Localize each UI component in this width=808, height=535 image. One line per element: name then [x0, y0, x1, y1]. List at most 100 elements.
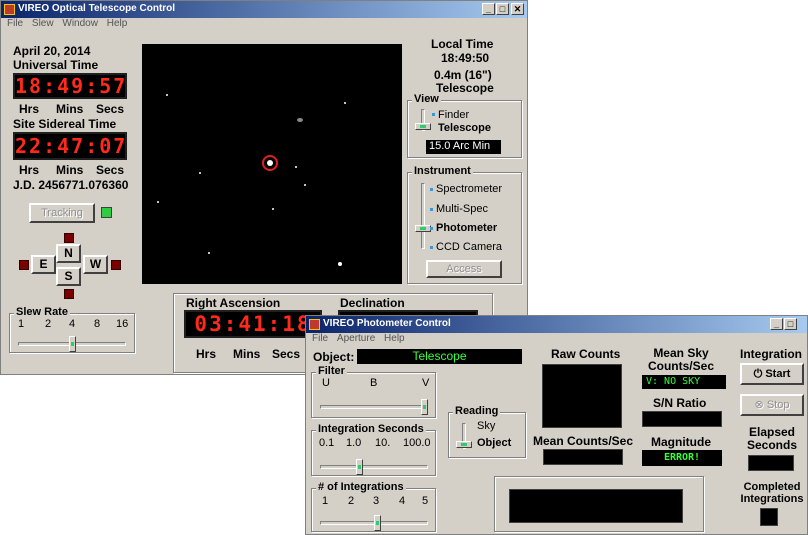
object-label: Object:: [313, 350, 355, 364]
stop-button[interactable]: ⊗ Stop: [740, 394, 804, 416]
menu-window[interactable]: Window: [62, 18, 98, 29]
minimize-button[interactable]: _: [770, 318, 783, 330]
instrument-selector-slider[interactable]: [415, 225, 431, 232]
tracking-button[interactable]: Tracking: [29, 203, 95, 223]
dec-label: Declination: [340, 296, 405, 310]
ut-mins-label: Mins: [56, 102, 84, 116]
scope-label: Telescope: [436, 81, 494, 95]
view-option-telescope[interactable]: Telescope: [438, 122, 491, 134]
east-button[interactable]: E: [31, 255, 56, 274]
status-display: [509, 489, 683, 523]
num-int-option-5[interactable]: 5: [422, 495, 428, 507]
power-icon: ⏻: [753, 368, 763, 380]
reading-option-sky[interactable]: Sky: [477, 420, 495, 432]
star: [338, 262, 342, 266]
maximize-button[interactable]: □: [496, 3, 509, 15]
num-int-option-2[interactable]: 2: [348, 495, 354, 507]
instrument-option-ccd[interactable]: CCD Camera: [436, 241, 502, 253]
instrument-label: Instrument: [412, 165, 473, 177]
start-label: Start: [765, 368, 791, 380]
instrument-option-photometer[interactable]: Photometer: [436, 222, 497, 234]
st-hrs-label: Hrs: [19, 163, 40, 177]
int-sec-option-10[interactable]: 10.: [375, 437, 390, 449]
menu-help[interactable]: Help: [384, 333, 405, 344]
instrument-tick: [430, 188, 433, 191]
ut-hrs-label: Hrs: [19, 102, 40, 116]
view-option-finder[interactable]: Finder: [438, 109, 469, 121]
filter-option-u[interactable]: U: [322, 377, 330, 389]
stop-label: Stop: [766, 399, 790, 411]
instrument-tick: [430, 246, 433, 249]
raw-counts-label: Raw Counts: [551, 347, 621, 361]
menu-help[interactable]: Help: [107, 18, 128, 29]
app-icon: [309, 319, 320, 330]
elapsed-display: [748, 455, 794, 471]
instrument-option-spectrometer[interactable]: Spectrometer: [436, 183, 502, 195]
magnitude-display: ERROR!: [642, 450, 722, 466]
access-button[interactable]: Access: [426, 260, 502, 278]
mean-counts-label: Mean Counts/Sec: [533, 434, 634, 448]
slew-tick-8: 8: [94, 318, 101, 330]
view-selector-slider[interactable]: [415, 123, 431, 130]
st-secs-label: Secs: [96, 163, 125, 177]
view-group: View Finder Telescope 15.0 Arc Min: [407, 93, 522, 158]
south-button[interactable]: S: [56, 267, 81, 286]
num-int-option-3[interactable]: 3: [373, 495, 379, 507]
slew-tick-4: 4: [69, 318, 76, 330]
minimize-button[interactable]: _: [482, 3, 495, 15]
int-sec-option-100[interactable]: 100.0: [403, 437, 431, 449]
filter-option-b[interactable]: B: [370, 377, 377, 389]
telescope-titlebar[interactable]: VIREO Optical Telescope Control _ □ ✕: [1, 1, 527, 18]
num-int-option-1[interactable]: 1: [322, 495, 328, 507]
filter-slider[interactable]: [421, 399, 428, 415]
date-label: April 20, 2014: [13, 44, 91, 58]
filter-group: Filter U B V: [311, 365, 436, 418]
view-label: View: [412, 93, 441, 105]
sidereal-time-display: 22:47:07: [13, 132, 127, 160]
window-title: VIREO Optical Telescope Control: [18, 3, 176, 14]
julian-date: J.D. 2456771.076360: [13, 178, 129, 192]
mean-sky-label: Mean Sky Counts/Sec: [647, 346, 714, 373]
west-button[interactable]: W: [83, 255, 108, 274]
reading-option-object[interactable]: Object: [477, 437, 511, 449]
ra-secs-label: Secs: [272, 347, 301, 361]
star: [297, 118, 303, 122]
int-sec-option-0.1[interactable]: 0.1: [319, 437, 334, 449]
start-button[interactable]: ⏻ Start: [740, 363, 804, 385]
photometer-menubar: File Aperture Help: [306, 333, 807, 348]
sn-ratio-label: S/N Ratio: [653, 396, 707, 410]
sidereal-label: Site Sidereal Time: [13, 117, 117, 131]
east-indicator: [19, 260, 29, 270]
close-button[interactable]: ✕: [511, 3, 524, 15]
scope-size: 0.4m (16"): [434, 68, 492, 82]
instrument-option-multispec[interactable]: Multi-Spec: [436, 203, 488, 215]
star: [304, 184, 306, 186]
photometer-control-window: VIREO Photometer Control _ □ File Apertu…: [305, 315, 808, 535]
num-integrations-slider[interactable]: [374, 515, 381, 531]
integration-seconds-label: Integration Seconds: [316, 423, 426, 435]
raw-counts-display: [542, 364, 622, 428]
num-int-option-4[interactable]: 4: [399, 495, 405, 507]
menu-file[interactable]: File: [312, 333, 328, 344]
sn-ratio-display: [642, 411, 722, 427]
ra-mins-label: Mins: [233, 347, 261, 361]
menu-file[interactable]: File: [7, 18, 23, 29]
photometer-titlebar[interactable]: VIREO Photometer Control _ □: [306, 316, 807, 333]
menu-slew[interactable]: Slew: [32, 18, 54, 29]
menu-aperture[interactable]: Aperture: [337, 333, 375, 344]
mean-sky-display: V: NO SKY: [642, 375, 726, 389]
sky-view[interactable]: [142, 44, 402, 284]
slew-tick-16: 16: [116, 318, 129, 330]
integration-label: Integration: [740, 347, 802, 361]
slew-rate-slider[interactable]: [69, 336, 76, 352]
magnitude-label: Magnitude: [651, 435, 711, 449]
reading-selector-slider[interactable]: [456, 441, 472, 448]
maximize-button[interactable]: □: [784, 318, 797, 330]
local-time-value: 18:49:50: [441, 51, 490, 65]
mean-counts-display: [543, 449, 623, 465]
north-button[interactable]: N: [56, 244, 81, 263]
filter-option-v[interactable]: V: [422, 377, 429, 389]
slew-tick-1: 1: [18, 318, 25, 330]
int-sec-option-1.0[interactable]: 1.0: [346, 437, 361, 449]
integration-seconds-slider[interactable]: [356, 459, 363, 475]
